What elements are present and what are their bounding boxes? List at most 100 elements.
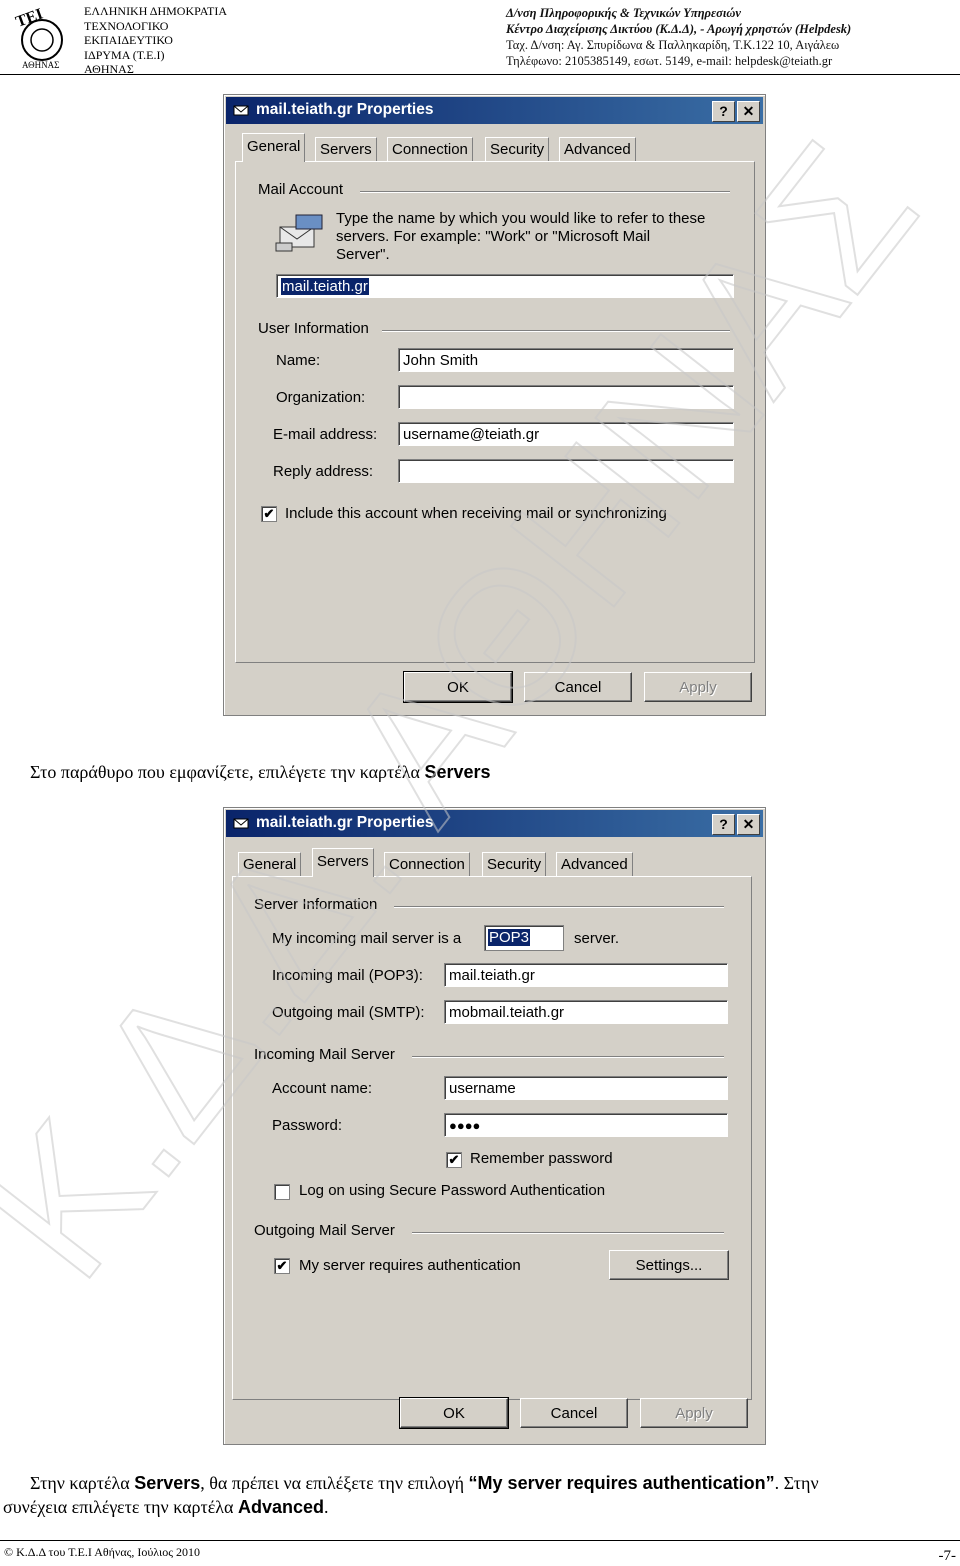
name-label: Name: <box>276 352 321 369</box>
institution-name: ΕΛΛΗΝΙΚΗ ΔΗΜΟΚΡΑΤΙΑ ΤΕΧΝΟΛΟΓΙΚΟ ΕΚΠΑΙΔΕΥ… <box>84 4 227 77</box>
group-divider <box>412 1232 724 1234</box>
reply-address-input[interactable] <box>398 459 734 483</box>
tab-connection[interactable]: Connection <box>387 137 473 162</box>
close-button[interactable]: ✕ <box>737 814 760 835</box>
instruction-emphasis: “My server requires authentication” <box>468 1473 775 1493</box>
header-line: ΤΕΧΝΟΛΟΓΙΚΟ <box>84 18 169 33</box>
organization-input[interactable] <box>398 385 734 409</box>
server-word: server. <box>574 930 620 947</box>
footer-divider <box>0 1540 960 1541</box>
settings-button[interactable]: Settings... <box>609 1250 729 1280</box>
instruction-text: Στην καρτέλα <box>30 1473 135 1493</box>
group-divider <box>394 906 724 908</box>
apply-button[interactable]: Apply <box>640 1398 748 1428</box>
mail-account-icon <box>233 105 249 116</box>
dialog-titlebar[interactable]: mail.teiath.gr Properties ? ✕ <box>226 97 763 124</box>
server-account-icon <box>275 214 323 252</box>
account-name-selected: mail.teiath.gr <box>280 277 370 296</box>
server-requires-auth-label: My server requires authentication <box>299 1257 521 1274</box>
tab-servers[interactable]: Servers <box>315 137 377 162</box>
mail-account-icon <box>233 818 249 829</box>
page-number: -7- <box>938 1548 957 1564</box>
ok-button[interactable]: OK <box>403 671 513 703</box>
password-label: Password: <box>272 1117 343 1134</box>
spa-checkbox[interactable] <box>274 1184 290 1200</box>
incoming-mail-label: Incoming mail (POP3): <box>272 967 423 984</box>
group-divider <box>382 330 730 332</box>
tab-connection[interactable]: Connection <box>384 852 470 877</box>
header-line: ΕΛΛΗΝΙΚΗ ΔΗΜΟΚΡΑΤΙΑ <box>84 4 228 18</box>
properties-dialog-general: mail.teiath.gr Properties ? ✕ General Se… <box>223 94 766 716</box>
tab-advanced[interactable]: Advanced <box>559 137 636 162</box>
remember-password-label: Remember password <box>470 1150 613 1167</box>
dialog-titlebar[interactable]: mail.teiath.gr Properties ? ✕ <box>226 810 763 837</box>
dialog-title: mail.teiath.gr Properties <box>256 101 434 118</box>
incoming-mail-input[interactable]: mail.teiath.gr <box>444 963 728 987</box>
server-requires-auth-checkbox[interactable]: ✔ <box>274 1258 290 1274</box>
instruction-text: . Στην <box>774 1473 819 1493</box>
ok-button[interactable]: OK <box>399 1397 509 1429</box>
account-name-input[interactable]: username <box>444 1076 728 1100</box>
tab-advanced[interactable]: Advanced <box>556 852 633 877</box>
outgoing-mail-input[interactable]: mobmail.teiath.gr <box>444 1000 728 1024</box>
header-line: ΙΔΡΥΜΑ (Τ.Ε.Ι) <box>84 47 165 62</box>
instruction-emphasis: Servers <box>424 762 491 782</box>
group-incoming-mail-server: Incoming Mail Server <box>254 1046 395 1063</box>
include-account-label: Include this account when receiving mail… <box>285 505 667 522</box>
name-input[interactable]: John Smith <box>398 348 734 372</box>
phone-email: Τηλέφωνο: 2105385149, εσωτ. 5149, e-mail… <box>506 54 833 68</box>
instruction-paragraph-2-cont: συνέχεια επιλέγετε την καρτέλα Advanced. <box>3 1495 329 1519</box>
account-description-line: Type the name by which you would like to… <box>336 210 706 227</box>
tei-logo: ΤΕΙ ΑΘΗΝΑΣ <box>14 6 63 70</box>
tab-general[interactable]: General <box>238 852 302 877</box>
instruction-emphasis: Servers <box>134 1473 201 1493</box>
instruction-text: συνέχεια επιλέγετε την καρτέλα <box>3 1497 238 1517</box>
cancel-button[interactable]: Cancel <box>520 1398 628 1428</box>
header-divider <box>0 74 960 75</box>
account-name-input[interactable]: mail.teiath.gr <box>276 274 734 298</box>
dialog-title: mail.teiath.gr Properties <box>256 814 434 831</box>
spa-label: Log on using Secure Password Authenticat… <box>299 1182 606 1199</box>
department-name: Δ/νση Πληροφορικής & Τεχνικών Υπηρεσιών <box>506 6 741 20</box>
tab-general[interactable]: General <box>242 133 306 162</box>
reply-address-label: Reply address: <box>273 463 374 480</box>
header-line: ΕΚΠΑΙΔΕΥΤΙΚΟ <box>84 33 173 47</box>
help-button[interactable]: ? <box>712 101 735 122</box>
cancel-button[interactable]: Cancel <box>524 672 632 702</box>
svg-text:ΤΕΙ: ΤΕΙ <box>14 6 46 31</box>
incoming-type-selected: POP3 <box>486 928 532 947</box>
properties-dialog-servers: mail.teiath.gr Properties ? ✕ General Se… <box>223 807 766 1445</box>
include-account-checkbox[interactable]: ✔ <box>261 506 277 522</box>
svg-text:ΑΘΗΝΑΣ: ΑΘΗΝΑΣ <box>22 60 59 70</box>
tab-security[interactable]: Security <box>482 852 547 877</box>
outgoing-mail-label: Outgoing mail (SMTP): <box>272 1004 425 1021</box>
email-input[interactable]: username@teiath.gr <box>398 422 734 446</box>
account-description-line: Server". <box>336 246 390 263</box>
group-user-information: User Information <box>258 320 369 337</box>
instruction-text: , θα πρέπει να επιλέξετε την επιλογή <box>200 1473 469 1493</box>
center-name: Κέντρο Διαχείρισης Δικτύου (Κ.Δ.Δ), - Αρ… <box>506 22 852 36</box>
account-name-label: Account name: <box>272 1080 373 1097</box>
instruction-paragraph-1: Στο παράθυρο που εμφανίζετε, επιλέγετε τ… <box>30 762 491 783</box>
footer-copyright: © Κ.Δ.Δ του Τ.Ε.Ι Αθήνας, Ιούλιος 2010 <box>4 1545 200 1559</box>
instruction-paragraph-2: Στην καρτέλα Servers, θα πρέπει να επιλέ… <box>30 1471 950 1495</box>
account-description-line: servers. For example: "Work" or "Microso… <box>336 228 651 245</box>
department-contact: Δ/νση Πληροφορικής & Τεχνικών Υπηρεσιών … <box>506 5 851 69</box>
incoming-type-label: My incoming mail server is a <box>272 930 462 947</box>
group-divider <box>412 1056 724 1058</box>
tab-servers[interactable]: Servers <box>312 848 374 877</box>
organization-label: Organization: <box>276 389 366 406</box>
help-button[interactable]: ? <box>712 814 735 835</box>
email-label: E-mail address: <box>273 426 378 443</box>
group-mail-account: Mail Account <box>258 181 344 198</box>
instruction-emphasis: Advanced <box>237 1497 324 1517</box>
close-button[interactable]: ✕ <box>737 101 760 122</box>
instruction-text: Στο παράθυρο που εμφανίζετε, επιλέγετε τ… <box>30 762 425 782</box>
incoming-server-type-select[interactable]: POP3 <box>484 925 564 951</box>
password-input[interactable]: ●●●● <box>444 1113 728 1137</box>
remember-password-checkbox[interactable]: ✔ <box>446 1152 462 1168</box>
tab-security[interactable]: Security <box>485 137 550 162</box>
postal-address: Ταχ. Δ/νση: Αγ. Σπυρίδωνα & Παλληκαρίδη,… <box>506 38 840 52</box>
group-server-information: Server Information <box>254 896 378 913</box>
apply-button[interactable]: Apply <box>644 672 752 702</box>
